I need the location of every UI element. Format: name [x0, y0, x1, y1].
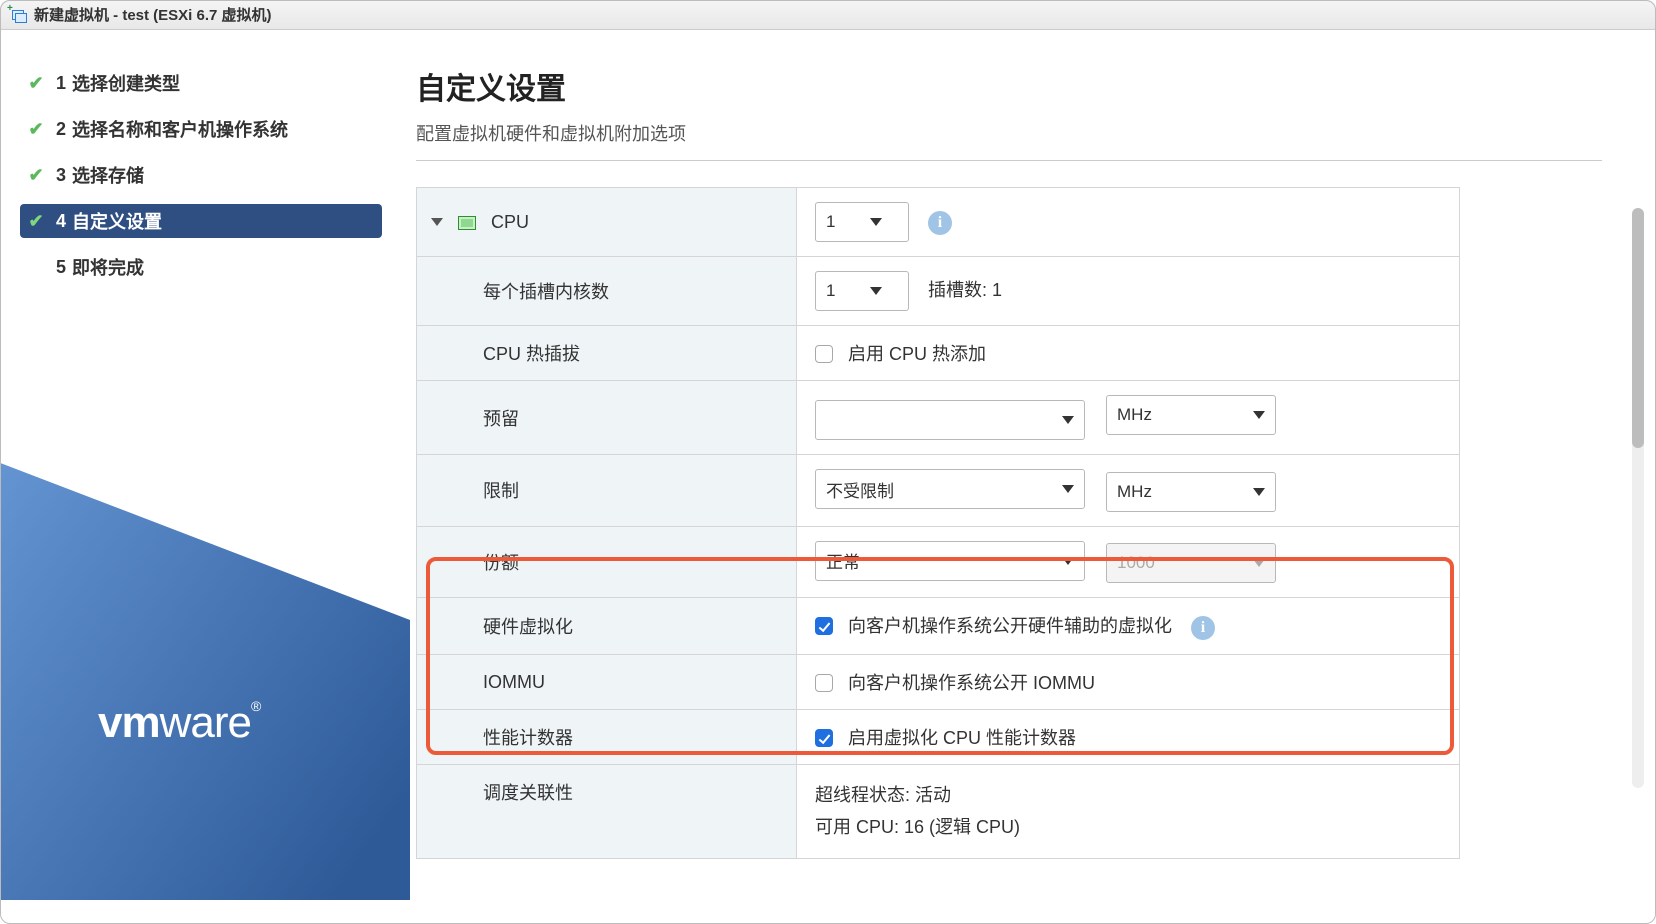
info-icon[interactable]: i: [1191, 616, 1215, 640]
limit-unit-select[interactable]: MHz: [1106, 472, 1276, 512]
wizard-sidebar: ✔ 1 选择创建类型 ✔ 2 选择名称和客户机操作系统 ✔ 3 选择存储 ✔ 4…: [0, 30, 410, 790]
hwvirt-checkbox[interactable]: [815, 617, 833, 635]
hyperthreading-status: 超线程状态: 活动: [815, 779, 1441, 811]
shares-label: 份额: [417, 526, 797, 598]
chevron-down-icon: [870, 218, 882, 226]
window-titlebar: + 新建虚拟机 - test (ESXi 6.7 虚拟机): [0, 0, 1656, 30]
step-label: 自定义设置: [72, 208, 162, 234]
step-label: 选择存储: [72, 162, 144, 188]
hotplug-label: CPU 热插拔: [417, 326, 797, 381]
chevron-down-icon: [1253, 559, 1265, 567]
row-cpu-hotplug: CPU 热插拔 启用 CPU 热添加: [417, 326, 1460, 381]
chevron-down-icon: [1062, 485, 1074, 493]
step-label: 即将完成: [72, 254, 144, 280]
row-limit: 限制 不受限制 MHz: [417, 455, 1460, 527]
iommu-checkbox[interactable]: [815, 674, 833, 692]
checkmark-icon: ✔: [26, 73, 46, 93]
row-cpu: CPU 1 i: [417, 188, 1460, 257]
scrollbar-thumb[interactable]: [1632, 208, 1644, 448]
cpu-chip-icon: [458, 216, 476, 230]
vm-icon: +: [10, 8, 26, 22]
cpu-section-label: CPU: [491, 212, 529, 232]
limit-value-select[interactable]: 不受限制: [815, 469, 1085, 509]
window-title: 新建虚拟机 - test (ESXi 6.7 虚拟机): [34, 4, 272, 25]
perfcnt-label: 性能计数器: [417, 710, 797, 765]
checkmark-icon: ✔: [26, 165, 46, 185]
reserve-value-select[interactable]: [815, 400, 1085, 440]
checkmark-icon: ✔: [26, 211, 46, 231]
expand-toggle-icon[interactable]: [431, 218, 443, 226]
iommu-label: IOMMU: [417, 655, 797, 710]
perfcnt-checkbox[interactable]: [815, 729, 833, 747]
reserve-label: 预留: [417, 381, 797, 455]
chevron-down-icon: [1062, 557, 1074, 565]
row-scheduling-affinity: 调度关联性 超线程状态: 活动 可用 CPU: 16 (逻辑 CPU): [417, 765, 1460, 859]
shares-number-select: 1000: [1106, 543, 1276, 583]
row-cores-per-socket: 每个插槽内核数 1 插槽数: 1: [417, 257, 1460, 326]
page-subtitle: 配置虚拟机硬件和虚拟机附加选项: [416, 120, 1602, 146]
step-label: 选择创建类型: [72, 70, 180, 96]
chevron-down-icon: [1253, 411, 1265, 419]
step-3-storage[interactable]: ✔ 3 选择存储: [20, 158, 382, 192]
wizard-body: ✔ 1 选择创建类型 ✔ 2 选择名称和客户机操作系统 ✔ 3 选择存储 ✔ 4…: [0, 30, 1656, 790]
chevron-down-icon: [1253, 488, 1265, 496]
scrollbar[interactable]: [1632, 208, 1644, 788]
wizard-main: 自定义设置 配置虚拟机硬件和虚拟机附加选项 CPU 1: [410, 30, 1656, 790]
sockets-text: 插槽数: 1: [928, 280, 1002, 300]
page-title: 自定义设置: [416, 64, 1602, 108]
reserve-unit-select[interactable]: MHz: [1106, 395, 1276, 435]
step-5-ready[interactable]: ✔ 5 即将完成: [20, 250, 382, 284]
row-hardware-virtualization: 硬件虚拟化 向客户机操作系统公开硬件辅助的虚拟化 i: [417, 598, 1460, 655]
hwvirt-checkbox-label: 向客户机操作系统公开硬件辅助的虚拟化: [848, 616, 1172, 636]
iommu-checkbox-label: 向客户机操作系统公开 IOMMU: [848, 673, 1095, 693]
step-2-name-os[interactable]: ✔ 2 选择名称和客户机操作系统: [20, 112, 382, 146]
hotplug-checkbox-label: 启用 CPU 热添加: [848, 344, 986, 364]
row-shares: 份额 正常 1000: [417, 526, 1460, 598]
step-4-customize[interactable]: ✔ 4 自定义设置: [20, 204, 382, 238]
divider: [416, 160, 1602, 161]
vmware-logo: vmware®: [98, 698, 260, 748]
chevron-down-icon: [870, 287, 882, 295]
row-reservation: 预留 MHz: [417, 381, 1460, 455]
step-1-create-type[interactable]: ✔ 1 选择创建类型: [20, 66, 382, 100]
cpu-count-select[interactable]: 1: [815, 202, 909, 242]
chevron-down-icon: [1062, 416, 1074, 424]
info-icon[interactable]: i: [928, 211, 952, 235]
checkmark-icon: ✔: [26, 119, 46, 139]
available-cpu: 可用 CPU: 16 (逻辑 CPU): [815, 811, 1441, 843]
affinity-label: 调度关联性: [417, 765, 797, 859]
hotplug-checkbox[interactable]: [815, 345, 833, 363]
shares-value-select[interactable]: 正常: [815, 541, 1085, 581]
cores-label: 每个插槽内核数: [417, 257, 797, 326]
row-perf-counters: 性能计数器 启用虚拟化 CPU 性能计数器: [417, 710, 1460, 765]
cpu-settings-table: CPU 1 i 每个插槽内核数 1: [416, 187, 1460, 859]
cores-per-socket-select[interactable]: 1: [815, 271, 909, 311]
hwvirt-label: 硬件虚拟化: [417, 598, 797, 655]
sidebar-decor: [0, 400, 410, 900]
step-label: 选择名称和客户机操作系统: [72, 116, 288, 142]
limit-label: 限制: [417, 455, 797, 527]
perfcnt-checkbox-label: 启用虚拟化 CPU 性能计数器: [848, 728, 1076, 748]
row-iommu: IOMMU 向客户机操作系统公开 IOMMU: [417, 655, 1460, 710]
